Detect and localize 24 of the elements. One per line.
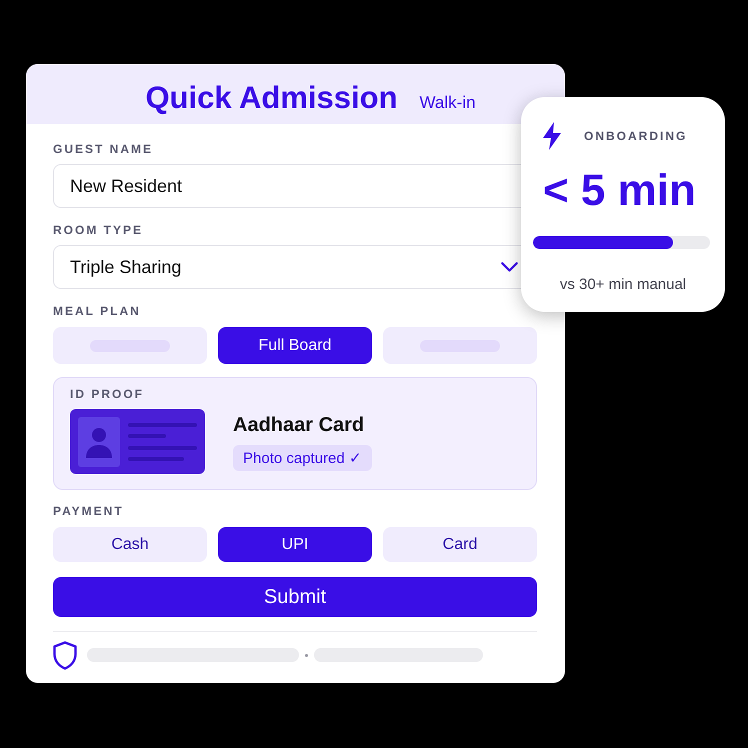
payment-option-button[interactable]: UPI	[218, 527, 372, 562]
meal-option-button[interactable]	[53, 327, 207, 364]
chevron-down-icon	[501, 262, 518, 272]
time-value: < 5 min	[543, 166, 696, 216]
field-label: GUEST NAME	[53, 142, 154, 156]
id-card-icon	[70, 409, 205, 474]
document-name: Aadhaar Card	[233, 412, 364, 436]
field-label: PAYMENT	[53, 504, 124, 518]
lightning-bolt-icon	[541, 122, 563, 150]
form-tag: Walk-in	[420, 93, 476, 113]
field-label: MEAL PLAN	[53, 304, 141, 318]
status-tag: Photo captured ✓	[233, 444, 372, 470]
submit-button[interactable]: Submit	[53, 577, 537, 617]
payment-option-button[interactable]: Card	[383, 527, 537, 562]
meal-option-button[interactable]: Full Board	[218, 327, 372, 364]
field-label: ROOM TYPE	[53, 223, 144, 237]
meal-option-button[interactable]	[383, 327, 537, 364]
card-label: ONBOARDING	[584, 129, 688, 143]
dot-icon	[305, 654, 308, 656]
comparison-text: vs 30+ min manual	[560, 276, 686, 294]
field-label: ID PROOF	[70, 387, 144, 401]
form-title: Quick Admission	[145, 80, 398, 116]
shield-icon	[53, 640, 77, 670]
payment-option-button[interactable]: Cash	[53, 527, 207, 562]
